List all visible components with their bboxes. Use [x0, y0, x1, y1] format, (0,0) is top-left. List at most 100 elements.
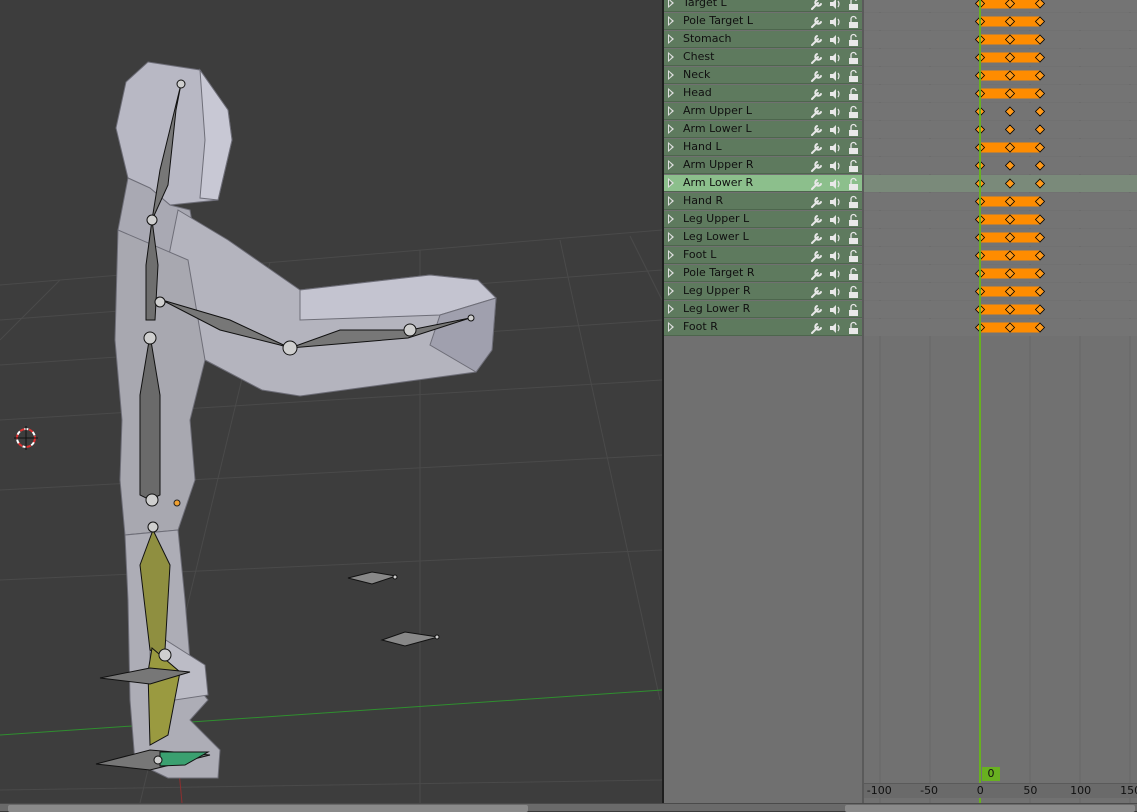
- speaker-icon[interactable]: [828, 68, 842, 82]
- expand-triangle-icon[interactable]: [668, 0, 674, 8]
- frame-ruler[interactable]: -100 -50 0 50 100 150: [864, 783, 1137, 798]
- lock-icon[interactable]: [846, 50, 860, 64]
- channel-row[interactable]: Neck: [664, 67, 863, 84]
- speaker-icon[interactable]: [828, 122, 842, 136]
- wrench-icon[interactable]: [810, 212, 824, 226]
- lock-icon[interactable]: [846, 230, 860, 244]
- speaker-icon[interactable]: [828, 266, 842, 280]
- channel-toggles: [810, 194, 862, 209]
- wrench-icon[interactable]: [810, 140, 824, 154]
- lock-icon[interactable]: [846, 86, 860, 100]
- speaker-icon[interactable]: [828, 104, 842, 118]
- expand-triangle-icon[interactable]: [668, 232, 674, 242]
- expand-triangle-icon[interactable]: [668, 196, 674, 206]
- speaker-icon[interactable]: [828, 320, 842, 334]
- expand-triangle-icon[interactable]: [668, 286, 674, 296]
- speaker-icon[interactable]: [828, 14, 842, 28]
- lock-icon[interactable]: [846, 122, 860, 136]
- lock-icon[interactable]: [846, 32, 860, 46]
- lock-icon[interactable]: [846, 68, 860, 82]
- speaker-icon[interactable]: [828, 140, 842, 154]
- channel-row[interactable]: Leg Lower R: [664, 301, 863, 318]
- lock-icon[interactable]: [846, 14, 860, 28]
- lock-icon[interactable]: [846, 104, 860, 118]
- channel-row[interactable]: Hand L: [664, 139, 863, 156]
- wrench-icon[interactable]: [810, 14, 824, 28]
- speaker-icon[interactable]: [828, 230, 842, 244]
- wrench-icon[interactable]: [810, 320, 824, 334]
- channel-row[interactable]: Pole Target L: [664, 13, 863, 30]
- lock-icon[interactable]: [846, 266, 860, 280]
- channel-row[interactable]: Target L: [664, 0, 863, 12]
- lock-icon[interactable]: [846, 0, 860, 10]
- wrench-icon[interactable]: [810, 86, 824, 100]
- speaker-icon[interactable]: [828, 284, 842, 298]
- expand-triangle-icon[interactable]: [668, 268, 674, 278]
- expand-triangle-icon[interactable]: [668, 34, 674, 44]
- wrench-icon[interactable]: [810, 32, 824, 46]
- channel-row[interactable]: Foot L: [664, 247, 863, 264]
- wrench-icon[interactable]: [810, 248, 824, 262]
- wrench-icon[interactable]: [810, 68, 824, 82]
- wrench-icon[interactable]: [810, 230, 824, 244]
- lock-icon[interactable]: [846, 302, 860, 316]
- channel-row[interactable]: Arm Lower R: [664, 175, 863, 192]
- expand-triangle-icon[interactable]: [668, 178, 674, 188]
- current-frame-indicator[interactable]: 0: [982, 767, 1000, 781]
- wrench-icon[interactable]: [810, 266, 824, 280]
- speaker-icon[interactable]: [828, 50, 842, 64]
- channel-row[interactable]: Chest: [664, 49, 863, 66]
- expand-triangle-icon[interactable]: [668, 214, 674, 224]
- lock-icon[interactable]: [846, 176, 860, 190]
- channel-row[interactable]: Leg Upper L: [664, 211, 863, 228]
- lock-icon[interactable]: [846, 212, 860, 226]
- lock-icon[interactable]: [846, 320, 860, 334]
- channel-row[interactable]: Hand R: [664, 193, 863, 210]
- lock-icon[interactable]: [846, 284, 860, 298]
- 3d-viewport[interactable]: [0, 0, 662, 803]
- expand-triangle-icon[interactable]: [668, 142, 674, 152]
- channel-row[interactable]: Stomach: [664, 31, 863, 48]
- wrench-icon[interactable]: [810, 284, 824, 298]
- speaker-icon[interactable]: [828, 86, 842, 100]
- expand-triangle-icon[interactable]: [668, 304, 674, 314]
- speaker-icon[interactable]: [828, 158, 842, 172]
- speaker-icon[interactable]: [828, 248, 842, 262]
- speaker-icon[interactable]: [828, 194, 842, 208]
- channel-row[interactable]: Arm Lower L: [664, 121, 863, 138]
- expand-triangle-icon[interactable]: [668, 106, 674, 116]
- lock-icon[interactable]: [846, 158, 860, 172]
- expand-triangle-icon[interactable]: [668, 250, 674, 260]
- wrench-icon[interactable]: [810, 158, 824, 172]
- expand-triangle-icon[interactable]: [668, 124, 674, 134]
- wrench-icon[interactable]: [810, 176, 824, 190]
- wrench-icon[interactable]: [810, 194, 824, 208]
- expand-triangle-icon[interactable]: [668, 52, 674, 62]
- expand-triangle-icon[interactable]: [668, 88, 674, 98]
- channel-row[interactable]: Arm Upper L: [664, 103, 863, 120]
- speaker-icon[interactable]: [828, 302, 842, 316]
- expand-triangle-icon[interactable]: [668, 160, 674, 170]
- lock-icon[interactable]: [846, 248, 860, 262]
- wrench-icon[interactable]: [810, 0, 824, 10]
- channel-row[interactable]: Head: [664, 85, 863, 102]
- expand-triangle-icon[interactable]: [668, 16, 674, 26]
- speaker-icon[interactable]: [828, 212, 842, 226]
- wrench-icon[interactable]: [810, 302, 824, 316]
- channel-row[interactable]: Leg Upper R: [664, 283, 863, 300]
- expand-triangle-icon[interactable]: [668, 70, 674, 80]
- speaker-icon[interactable]: [828, 176, 842, 190]
- channel-row[interactable]: Arm Upper R: [664, 157, 863, 174]
- speaker-icon[interactable]: [828, 32, 842, 46]
- expand-triangle-icon[interactable]: [668, 322, 674, 332]
- channel-row[interactable]: Leg Lower L: [664, 229, 863, 246]
- wrench-icon[interactable]: [810, 104, 824, 118]
- dopesheet-timeline[interactable]: [864, 0, 1137, 803]
- wrench-icon[interactable]: [810, 122, 824, 136]
- channel-row[interactable]: Pole Target R: [664, 265, 863, 282]
- channel-row[interactable]: Foot R: [664, 319, 863, 336]
- lock-icon[interactable]: [846, 140, 860, 154]
- lock-icon[interactable]: [846, 194, 860, 208]
- wrench-icon[interactable]: [810, 50, 824, 64]
- speaker-icon[interactable]: [828, 0, 842, 10]
